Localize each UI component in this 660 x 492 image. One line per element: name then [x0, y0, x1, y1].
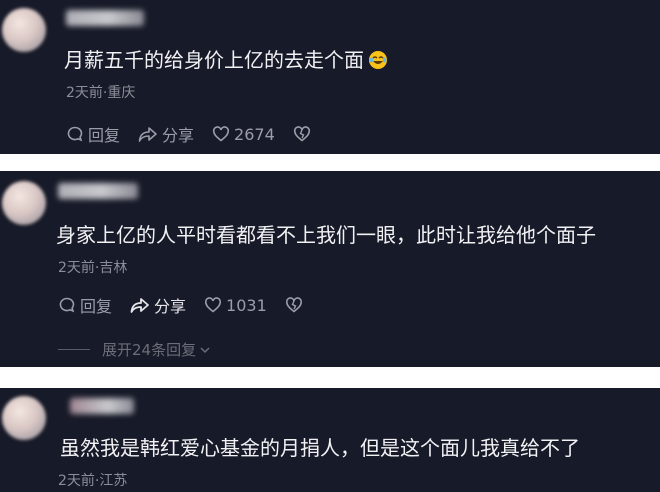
comment-card-3: 虽然我是韩红爱心基金的月捐人，但是这个面儿我真给不了 2天前·江苏: [0, 388, 660, 492]
expand-replies-button[interactable]: 展开24条回复: [58, 339, 212, 360]
share-label: 分享: [154, 297, 187, 316]
laughing-tears-emoji-icon: [369, 51, 387, 69]
comment-text-content: 月薪五千的给身价上亿的去走个面: [64, 48, 364, 72]
username-blurred[interactable]: [58, 183, 138, 199]
avatar[interactable]: [2, 8, 46, 52]
share-button[interactable]: 分享: [138, 122, 194, 146]
share-arrow-icon: [138, 127, 157, 142]
comment-bubble-icon: [67, 126, 83, 142]
comment-meta: 2天前·重庆: [66, 85, 136, 101]
comment-card-2: 身家上亿的人平时看都看不上我们一眼，此时让我给他个面子 2天前·吉林 回复 分享…: [0, 171, 660, 367]
comment-card-1: 月薪五千的给身价上亿的去走个面 2天前·重庆 回复 分享 2674: [0, 0, 660, 154]
heart-icon: [205, 297, 222, 313]
like-button[interactable]: 2674: [212, 125, 275, 144]
comment-actions: 回复 分享 1031: [58, 293, 325, 317]
avatar[interactable]: [2, 181, 46, 225]
divider-line: [58, 349, 90, 350]
heart-icon: [213, 126, 230, 142]
broken-heart-icon: [293, 126, 310, 142]
comment-actions: 回复 分享 2674: [66, 122, 333, 146]
like-button[interactable]: 1031: [204, 296, 267, 315]
username-blurred[interactable]: [70, 398, 134, 414]
comment-text: 月薪五千的给身价上亿的去走个面: [64, 44, 388, 73]
comment-bubble-icon: [59, 297, 75, 313]
username-blurred[interactable]: [66, 10, 144, 26]
reply-button[interactable]: 回复: [66, 122, 120, 146]
comment-meta: 2天前·江苏: [58, 473, 128, 489]
like-count: 1031: [226, 295, 267, 315]
dislike-button[interactable]: [293, 125, 315, 143]
expand-replies-label: 展开24条回复: [102, 341, 197, 359]
avatar[interactable]: [2, 396, 46, 440]
comment-text: 虽然我是韩红爱心基金的月捐人，但是这个面儿我真给不了: [60, 436, 580, 460]
reply-button[interactable]: 回复: [58, 293, 112, 317]
share-button[interactable]: 分享: [130, 293, 186, 317]
like-count: 2674: [234, 124, 275, 144]
chevron-down-icon: [200, 346, 210, 353]
share-label: 分享: [162, 126, 195, 145]
dislike-button[interactable]: [285, 296, 307, 314]
comment-text: 身家上亿的人平时看都看不上我们一眼，此时让我给他个面子: [56, 223, 596, 247]
reply-label: 回复: [80, 297, 113, 316]
share-arrow-icon: [130, 298, 149, 313]
comment-meta: 2天前·吉林: [58, 260, 128, 276]
reply-label: 回复: [88, 126, 121, 145]
broken-heart-icon: [285, 297, 302, 313]
